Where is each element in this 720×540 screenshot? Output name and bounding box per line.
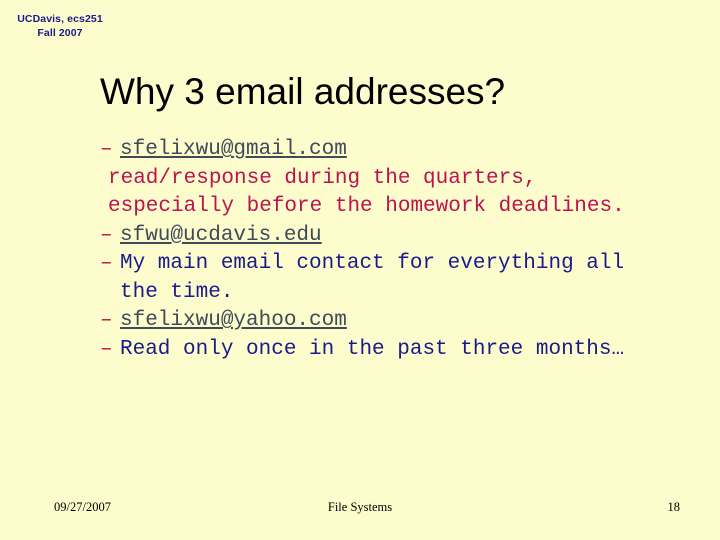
email-link-gmail[interactable]: sfelixwu@gmail.com [120,136,660,165]
page-title: Why 3 email addresses? [100,71,506,112]
list-item: – Read only once in the past three month… [100,336,660,365]
list-item-description-ucdavis: My main email contact for everything all… [120,252,637,304]
list-item: – sfwu@ucdavis.edu [100,222,660,251]
course-header: UCDavis, ecs251 Fall 2007 [6,12,114,40]
course-header-line-2: Fall 2007 [37,27,83,39]
list-item: – My main email contact for everything a… [100,250,660,307]
bullet-dash-icon: – [100,309,113,332]
bullet-dash-icon: – [100,252,113,275]
bullet-dash-icon: – [100,337,113,361]
list-item-description-gmail: read/response during the quarters, espec… [108,166,625,219]
slide-footer: 09/27/2007 File Systems 18 [0,500,720,524]
slide-canvas: UCDavis, ecs251 Fall 2007 Why 3 email ad… [0,0,720,540]
list-item-description-yahoo: Read only once in the past three months… [120,337,625,361]
email-link-yahoo[interactable]: sfelixwu@yahoo.com [120,307,660,336]
bullet-dash-icon: – [100,138,113,161]
list-item: – sfelixwu@yahoo.com [100,307,660,336]
bullet-dash-icon: – [100,223,113,247]
footer-title: File Systems [327,500,393,514]
bullet-list: – sfelixwu@gmail.com read/response durin… [100,136,660,364]
list-item: – sfelixwu@gmail.com [100,136,660,165]
footer-page-number: 18 [667,500,681,514]
email-link-ucdavis[interactable]: sfwu@ucdavis.edu [120,222,660,251]
course-header-line-1: UCDavis, ecs251 [17,13,103,25]
